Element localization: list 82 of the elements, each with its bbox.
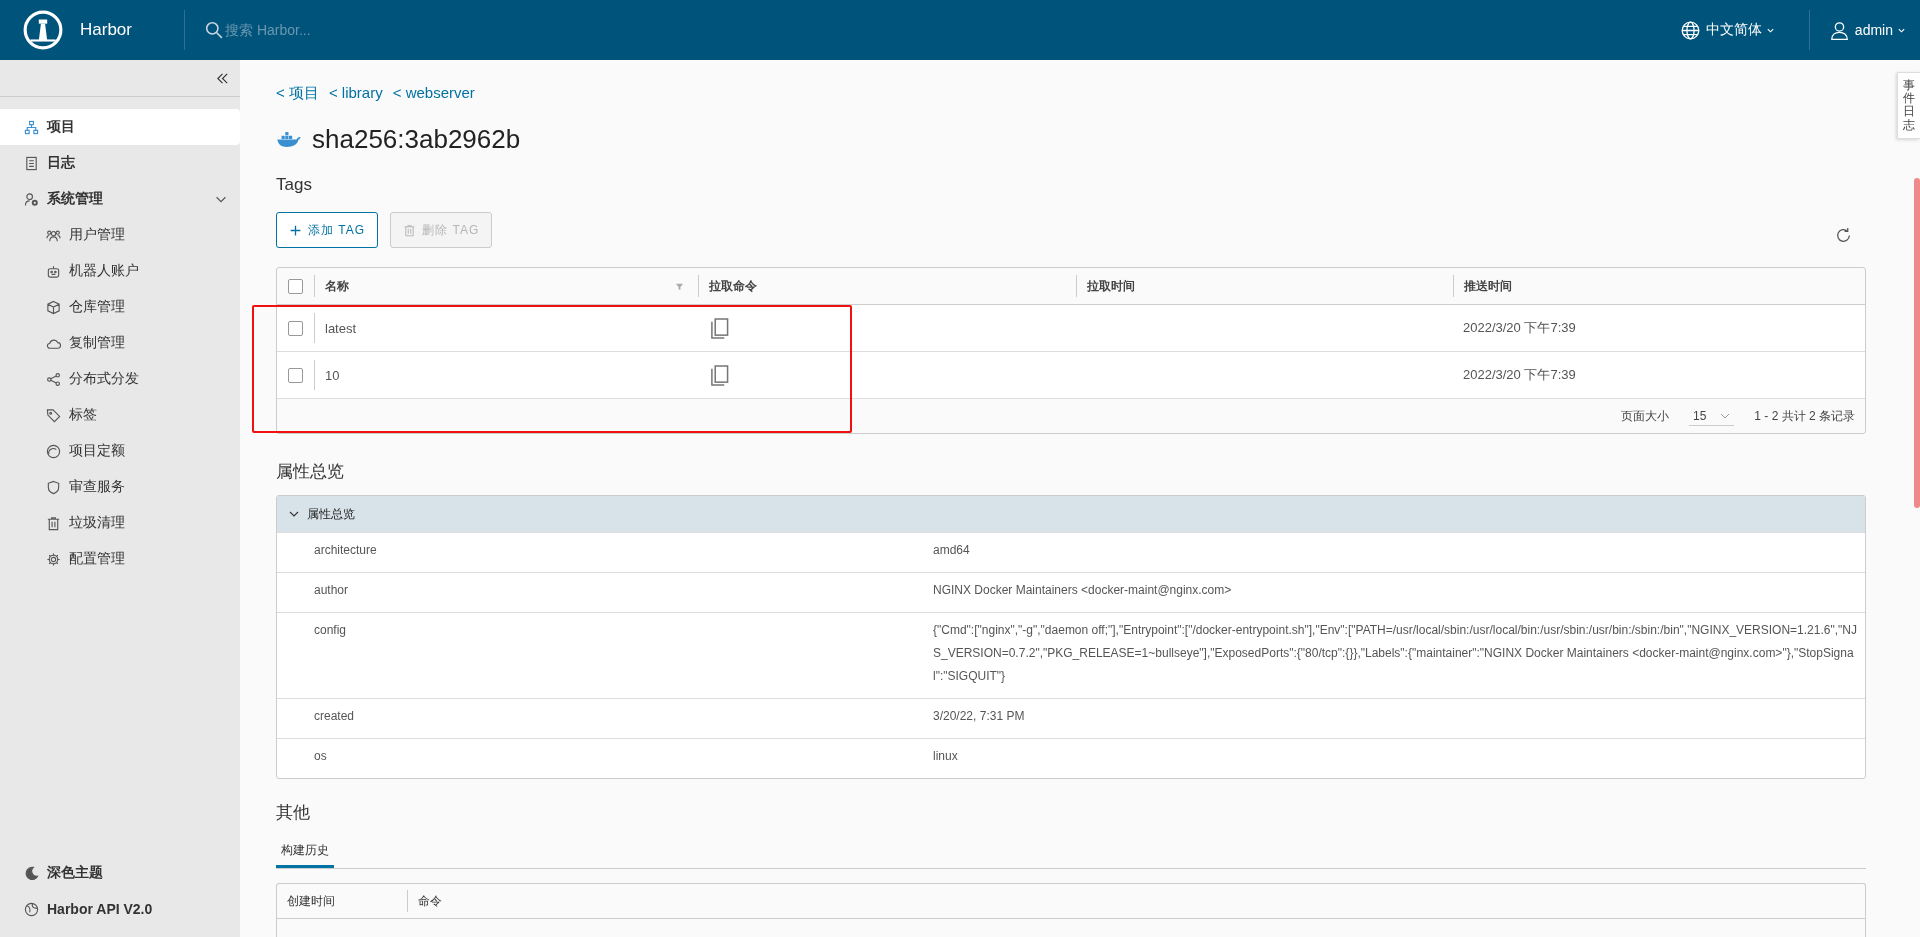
sidebar-item[interactable]: 系统管理 (0, 181, 240, 217)
cube-icon (46, 299, 61, 315)
user-gear-icon (24, 191, 39, 207)
page-title: sha256:3ab2962b (312, 123, 521, 155)
sidebar-item[interactable]: 日志 (0, 145, 240, 181)
search-field[interactable]: 搜索 Harbor... (223, 22, 527, 38)
property-value: NGINX Docker Maintainers <docker-maint@nginx.com> (933, 582, 1233, 599)
breadcrumb-link[interactable]: < webserver (392, 84, 475, 104)
whale-icon (276, 130, 302, 148)
property-name: author (314, 582, 350, 599)
column-header[interactable]: 命令 (407, 890, 1865, 912)
gear-icon (46, 551, 61, 567)
sidebar-item[interactable]: 标签 (0, 397, 240, 433)
property-value: {"Cmd":["nginx","-g","daemon off;"],"Entrypoint":["/docker-entrypoint.sh"],"Env":["PATH=/usr/local/sbin:/usr/local/bin:/usr/sbin:/usr/bin:/sbin:/bin","NGINX_VERSION=1.21.6","NJS_VERSION=0.7.2","PKG_RELEASE=1~bullseye"],"ExposedPorts":{"80/tcp":{}},"Labels":{"maintainer":"NGINX Docker Maintainers <docker-maint@nginx.com>"},"StopSignal":"SIGQUIT"} (933, 622, 1858, 685)
sidebar-item[interactable]: 复制管理 (0, 325, 240, 361)
sidebar-item[interactable]: 分布式分发 (0, 361, 240, 397)
checkbox[interactable] (288, 367, 303, 383)
column-header[interactable]: 推送时间 (1453, 275, 1865, 297)
checkbox[interactable] (288, 278, 303, 294)
table-cell: latest (325, 320, 357, 336)
breadcrumb-link[interactable]: < 项目 (276, 84, 319, 104)
event-log-tab[interactable]: 事件日志 (1897, 72, 1920, 139)
lighthouse-logo-icon (22, 9, 64, 51)
column-header[interactable]: 名称 (314, 275, 698, 297)
column-header[interactable]: 拉取命令 (698, 275, 1076, 297)
share-icon (46, 371, 61, 387)
table-cell: 10 (325, 367, 340, 383)
sidebar-link[interactable]: 深色主题 (0, 855, 240, 891)
panel-header[interactable]: 属性总览 (277, 496, 1865, 532)
copy-icon[interactable] (708, 364, 729, 386)
sitemap-icon (24, 119, 39, 135)
shield-icon (46, 479, 61, 495)
property-name: os (314, 748, 328, 765)
property-value: 3/20/22, 7:31 PM (933, 708, 1026, 725)
moon-icon (24, 865, 39, 881)
plus-icon (289, 223, 302, 237)
user-menu[interactable]: admin (1823, 20, 1912, 40)
page-size-label: 页面大小 (1620, 407, 1669, 425)
pagination-summary: 1 - 2 共计 2 条记录 (1754, 407, 1855, 425)
sidebar-link[interactable]: Harbor API V2.0 (0, 891, 240, 927)
trash-icon (403, 223, 417, 237)
user-icon (1829, 20, 1849, 40)
sidebar-item[interactable]: 垃圾清理 (0, 505, 240, 541)
page-size-select[interactable]: 15 (1688, 406, 1735, 426)
section-heading: Tags (276, 175, 313, 195)
property-name: architecture (314, 542, 378, 559)
trash-icon (46, 515, 61, 531)
sidebar-item[interactable]: 用户管理 (0, 217, 240, 253)
language-menu[interactable]: 中文简体 (1674, 20, 1781, 40)
column-header[interactable]: 创建时间 (277, 890, 407, 912)
globe-icon (24, 901, 39, 917)
copy-icon[interactable] (708, 317, 729, 339)
sidebar-item[interactable]: 项目定额 (0, 433, 240, 469)
sidebar-item[interactable]: 项目 (0, 109, 240, 145)
property-name: config (314, 622, 348, 639)
chevron-icon (289, 509, 299, 519)
table-cell: 2022/3/20 下午7:39 (1463, 319, 1576, 337)
tag-icon (46, 407, 61, 423)
refresh-icon[interactable] (1835, 226, 1852, 244)
document-icon (24, 155, 39, 171)
section-heading: 属性总览 (276, 461, 345, 483)
breadcrumb-link[interactable]: < library (328, 84, 383, 104)
table-cell: 2022/3/20 下午7:39 (1463, 366, 1576, 384)
column-header[interactable]: 拉取时间 (1076, 275, 1453, 297)
property-value: linux (933, 748, 959, 765)
tag-button[interactable]: 添加 TAG (276, 212, 379, 248)
property-value: amd64 (933, 542, 971, 559)
robot-icon (46, 263, 61, 279)
sidebar-item[interactable]: 机器人账户 (0, 253, 240, 289)
scrollbar[interactable] (1914, 178, 1920, 508)
section-heading: 其他 (276, 802, 311, 824)
users-icon (46, 227, 61, 243)
sidebar-item[interactable]: 配置管理 (0, 541, 240, 577)
tab[interactable]: 构建历史 (276, 838, 334, 868)
globe-icon (1680, 20, 1700, 40)
sidebar-item[interactable]: 审查服务 (0, 469, 240, 505)
brand-name: Harbor (80, 20, 133, 40)
checkbox[interactable] (288, 320, 303, 336)
search-icon (205, 21, 223, 39)
sidebar-item[interactable]: 仓库管理 (0, 289, 240, 325)
gauge-icon (46, 443, 61, 459)
property-name: created (314, 708, 356, 725)
